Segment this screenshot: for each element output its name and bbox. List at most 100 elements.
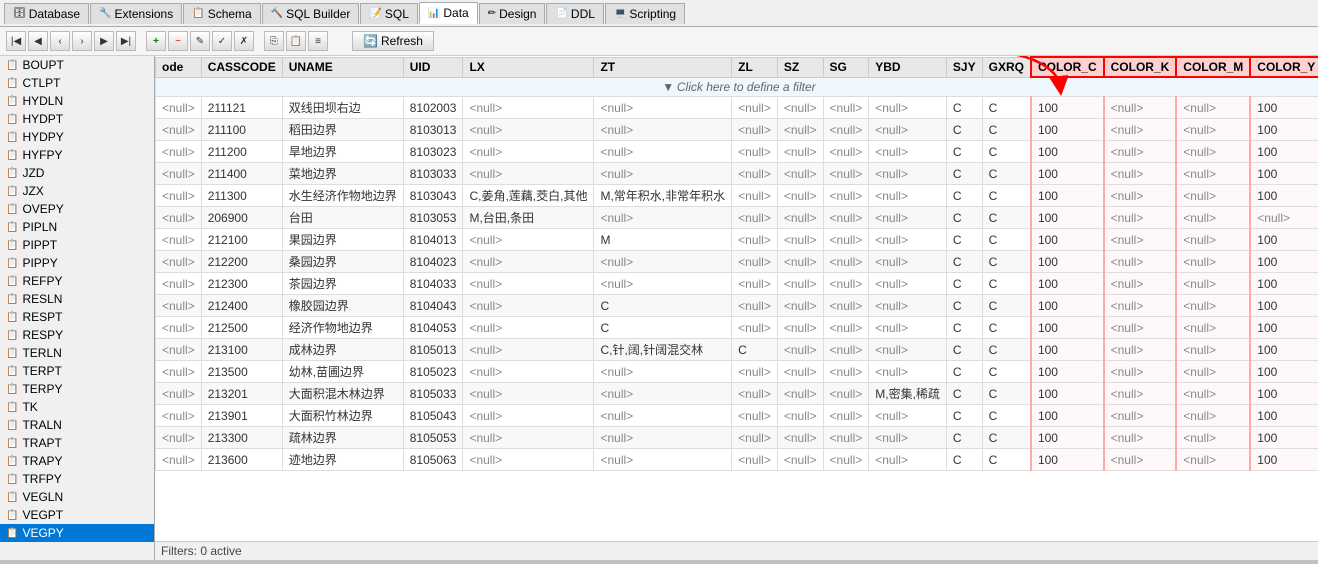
sidebar-item-trfpy[interactable]: 📋TRFPY — [0, 470, 154, 488]
cell-uname: 茶园边界 — [282, 273, 403, 295]
nav-prev2-btn[interactable]: ‹ — [50, 31, 70, 51]
cell-color-m: <null> — [1176, 119, 1250, 141]
data-grid[interactable]: odeCASSCODEUNAMEUIDLXZTZLSZSGYBDSJYGXRQC… — [155, 56, 1318, 541]
nav-next-btn[interactable]: › — [72, 31, 92, 51]
tab-icon: 📝 — [369, 8, 381, 19]
table-row[interactable]: <null>212100果园边界8104013<null>M<null><nul… — [156, 229, 1318, 251]
nav-first-btn[interactable]: |◀ — [6, 31, 26, 51]
table-row[interactable]: <null>213901大面积竹林边界8105043<null><null><n… — [156, 405, 1318, 427]
tab-extensions[interactable]: 🔧Extensions — [90, 3, 182, 24]
sidebar-item-resln[interactable]: 📋RESLN — [0, 290, 154, 308]
table-row[interactable]: <null>213600迹地边界8105063<null><null><null… — [156, 449, 1318, 471]
sidebar-item-vegln[interactable]: 📋VEGLN — [0, 488, 154, 506]
tab-database[interactable]: 🗄Database — [4, 3, 89, 24]
sidebar-item-pippy[interactable]: 📋PIPPY — [0, 254, 154, 272]
table-row[interactable]: <null>213201大面积混木林边界8105033<null><null><… — [156, 383, 1318, 405]
col-header-sjy[interactable]: SJY — [946, 57, 982, 77]
nav-add-btn[interactable]: + — [146, 31, 166, 51]
cell-zt: <null> — [594, 273, 732, 295]
table-row[interactable]: <null>212200桑园边界8104023<null><null><null… — [156, 251, 1318, 273]
col-header-color-y[interactable]: COLOR_Y — [1250, 57, 1318, 77]
nav-edit-btn[interactable]: ✎ — [190, 31, 210, 51]
col-header-ode[interactable]: ode — [156, 57, 202, 77]
sidebar-item-vegpt[interactable]: 📋VEGPT — [0, 506, 154, 524]
tab-sql[interactable]: 📝SQL — [360, 3, 417, 24]
sidebar-item-trapt[interactable]: 📋TRAPT — [0, 434, 154, 452]
sidebar-item-jzx[interactable]: 📋JZX — [0, 182, 154, 200]
col-header-color-c[interactable]: COLOR_C — [1031, 57, 1104, 77]
sidebar-item-tk[interactable]: 📋TK — [0, 398, 154, 416]
sidebar-item-hydpy[interactable]: 📋HYDPY — [0, 128, 154, 146]
sidebar-item-traln[interactable]: 📋TRALN — [0, 416, 154, 434]
table-row[interactable]: <null>212400橡胶园边界8104043<null>C<null><nu… — [156, 295, 1318, 317]
sidebar-item-terpy[interactable]: 📋TERPY — [0, 380, 154, 398]
table-row[interactable]: <null>211100稻田边界8103013<null><null><null… — [156, 119, 1318, 141]
table-row[interactable]: <null>212500经济作物地边界8104053<null>C<null><… — [156, 317, 1318, 339]
nav-prev-btn[interactable]: ◀ — [28, 31, 48, 51]
table-row[interactable]: <null>211121双线田坝右边8102003<null><null><nu… — [156, 97, 1318, 119]
col-header-gxrq[interactable]: GXRQ — [982, 57, 1031, 77]
refresh-icon: 🔄 — [363, 34, 378, 48]
cell-ode: <null> — [156, 229, 202, 251]
tab-design[interactable]: ✏Design — [479, 3, 546, 24]
nav-cancel-btn[interactable]: ✗ — [234, 31, 254, 51]
table-row[interactable]: <null>211300水生经济作物地边界8103043C,姜角,莲藕,茭白,其… — [156, 185, 1318, 207]
table-row[interactable]: <null>213300疏林边界8105053<null><null><null… — [156, 427, 1318, 449]
table-row[interactable]: <null>211400菜地边界8103033<null><null><null… — [156, 163, 1318, 185]
sidebar-item-respy[interactable]: 📋RESPY — [0, 326, 154, 344]
nav-extra-btn[interactable]: ≡ — [308, 31, 328, 51]
table-row[interactable]: <null>211200旱地边界8103023<null><null><null… — [156, 141, 1318, 163]
cell-casscode: 212200 — [201, 251, 282, 273]
col-header-uname[interactable]: UNAME — [282, 57, 403, 77]
col-header-sg[interactable]: SG — [823, 57, 869, 77]
cell-zl: <null> — [732, 273, 778, 295]
sidebar-item-ovepy[interactable]: 📋OVEPY — [0, 200, 154, 218]
col-header-color-k[interactable]: COLOR_K — [1104, 57, 1177, 77]
sidebar-item-hydpt[interactable]: 📋HYDPT — [0, 110, 154, 128]
tab-data[interactable]: 📊Data — [419, 2, 478, 24]
tab-scripting[interactable]: 💻Scripting — [605, 3, 685, 24]
filter-row[interactable]: ▼ Click here to define a filter — [156, 77, 1318, 97]
sidebar-item-hyfpy[interactable]: 📋HYFPY — [0, 146, 154, 164]
col-header-sz[interactable]: SZ — [777, 57, 823, 77]
cell-uname: 大面积混木林边界 — [282, 383, 403, 405]
nav-last-btn[interactable]: ▶| — [116, 31, 136, 51]
sidebar-item-jzd[interactable]: 📋JZD — [0, 164, 154, 182]
sidebar-item-pipln[interactable]: 📋PIPLN — [0, 218, 154, 236]
col-header-lx[interactable]: LX — [463, 57, 594, 77]
col-header-color-m[interactable]: COLOR_M — [1176, 57, 1250, 77]
col-header-casscode[interactable]: CASSCODE — [201, 57, 282, 77]
refresh-button[interactable]: 🔄 Refresh — [352, 31, 434, 51]
col-header-ybd[interactable]: YBD — [869, 57, 947, 77]
sidebar-item-pippt[interactable]: 📋PIPPT — [0, 236, 154, 254]
tab-schema[interactable]: 📋Schema — [183, 3, 260, 24]
sidebar-item-respt[interactable]: 📋RESPT — [0, 308, 154, 326]
sidebar-item-ctlpt[interactable]: 📋CTLPT — [0, 74, 154, 92]
sidebar-item-vegpy[interactable]: 📋VEGPY — [0, 524, 154, 542]
table-row[interactable]: <null>206900台田8103053M,台田,条田<null><null>… — [156, 207, 1318, 229]
sidebar-item-hydln[interactable]: 📋HYDLN — [0, 92, 154, 110]
cell-color-y: 100 — [1250, 163, 1318, 185]
sidebar-item-terln[interactable]: 📋TERLN — [0, 344, 154, 362]
col-header-zt[interactable]: ZT — [594, 57, 732, 77]
nav-confirm-btn[interactable]: ✓ — [212, 31, 232, 51]
cell-sjy: C — [946, 449, 982, 471]
nav-paste-btn[interactable]: 📋 — [286, 31, 306, 51]
nav-copy-btn[interactable]: ⎘ — [264, 31, 284, 51]
col-header-uid[interactable]: UID — [403, 57, 463, 77]
sidebar-item-trapy[interactable]: 📋TRAPY — [0, 452, 154, 470]
cell-color-c: 100 — [1031, 207, 1104, 229]
sidebar-item-boupt[interactable]: 📋BOUPT — [0, 56, 154, 74]
cell-zt: <null> — [594, 361, 732, 383]
tab-sql builder[interactable]: 🔨SQL Builder — [262, 3, 360, 24]
sidebar-item-terpt[interactable]: 📋TERPT — [0, 362, 154, 380]
cell-zl: <null> — [732, 229, 778, 251]
col-header-zl[interactable]: ZL — [732, 57, 778, 77]
nav-remove-btn[interactable]: − — [168, 31, 188, 51]
table-row[interactable]: <null>213100成林边界8105013<null>C,针,阔,针阔混交林… — [156, 339, 1318, 361]
tab-ddl[interactable]: 📄DDL — [546, 3, 603, 24]
table-row[interactable]: <null>213500幼林,苗圃边界8105023<null><null><n… — [156, 361, 1318, 383]
nav-next2-btn[interactable]: ▶ — [94, 31, 114, 51]
sidebar-item-refpy[interactable]: 📋REFPY — [0, 272, 154, 290]
table-row[interactable]: <null>212300茶园边界8104033<null><null><null… — [156, 273, 1318, 295]
